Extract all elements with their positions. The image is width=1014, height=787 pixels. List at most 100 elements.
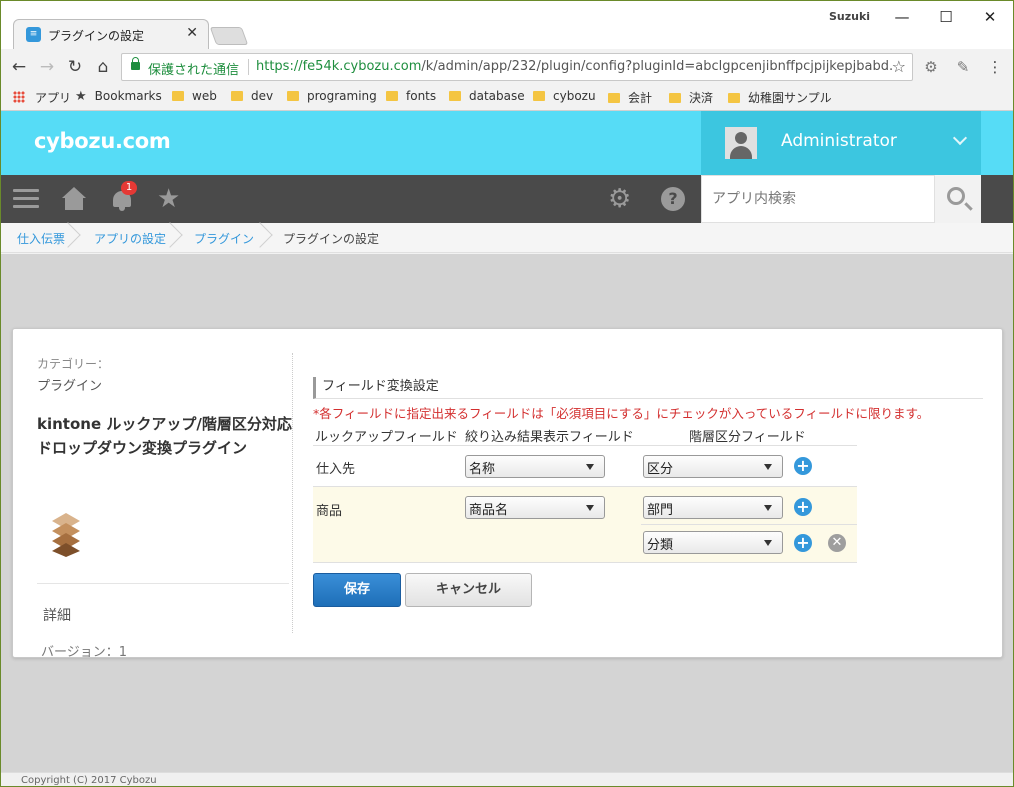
hierarchy-field-select[interactable]: 区分	[643, 455, 783, 478]
hierarchy-field-select[interactable]: 部門	[643, 496, 783, 519]
address-divider	[248, 59, 249, 75]
hierarchy-field-select[interactable]: 分類	[643, 531, 783, 554]
version-label: バージョン：1	[41, 645, 128, 660]
field-table-header: ルックアップフィールド 絞り込み結果表示フィールド 階層区分フィールド	[313, 424, 857, 446]
gear-icon[interactable]: ⚙	[608, 185, 631, 213]
category-value: プラグイン	[37, 379, 103, 394]
add-hierarchy-icon[interactable]: +	[794, 534, 812, 552]
hamburger-menu-icon[interactable]	[13, 189, 39, 209]
bookmark-bookmarks[interactable]: ★ Bookmarks	[75, 89, 162, 104]
minimize-icon[interactable]: —	[879, 5, 925, 31]
folder-icon	[231, 91, 243, 101]
search-input[interactable]	[702, 176, 922, 222]
address-bar[interactable]: 保護された通信 https://fe54k.cybozu.com/k/admin…	[121, 53, 913, 81]
folder-icon	[386, 91, 398, 101]
apps-grid-icon	[13, 91, 25, 103]
copyright-text: Copyright (C) 2017 Cybozu	[21, 775, 157, 786]
bookmark-label: 幼稚園サンプル	[748, 91, 832, 105]
home-page-icon[interactable]: ⌂	[91, 55, 115, 79]
favorites-star-icon[interactable]: ★	[157, 185, 180, 213]
select-value: 名称	[469, 462, 496, 477]
url-text[interactable]: https://fe54k.cybozu.com/k/admin/app/232…	[256, 59, 892, 74]
bookmark-folder-dev[interactable]: dev	[231, 89, 273, 103]
column-hierarchy: 階層区分フィールド	[689, 430, 806, 445]
dropdown-arrow-icon	[764, 540, 772, 546]
cancel-button[interactable]: キャンセル	[405, 573, 532, 607]
folder-icon	[669, 93, 681, 103]
search-icon	[947, 187, 965, 205]
cybozu-logo[interactable]: cybozu.com	[34, 129, 171, 153]
bookmark-label: database	[469, 89, 525, 103]
user-name: Administrator	[781, 131, 897, 151]
save-button[interactable]: 保存	[313, 573, 401, 607]
maximize-icon[interactable]: ☐	[923, 5, 969, 31]
remove-hierarchy-icon[interactable]: ✕	[828, 534, 846, 552]
home-icon[interactable]	[61, 187, 87, 211]
display-field-select[interactable]: 商品名	[465, 496, 605, 519]
config-form: フィールド変換設定 *各フィールドに指定出来るフィールドは「必須項目にする」にチ…	[313, 377, 983, 609]
browser-menu-icon[interactable]: ⋮	[985, 57, 1005, 77]
extension-gear-icon[interactable]: ⚙	[921, 57, 941, 77]
bookmark-folder-accounting[interactable]: 会計	[608, 89, 652, 106]
back-arrow-icon[interactable]: ←	[7, 55, 31, 79]
bookmark-folder-programing[interactable]: programing	[287, 89, 377, 103]
browser-profile-name[interactable]: Suzuki	[829, 10, 870, 23]
tab-close-icon[interactable]: ✕	[186, 25, 198, 41]
browser-tab[interactable]: ≡ プラグインの設定 ✕	[13, 19, 209, 49]
add-hierarchy-icon[interactable]: +	[794, 457, 812, 475]
lookup-field-label: 仕入先	[316, 462, 356, 477]
required-notice: *各フィールドに指定出来るフィールドは「必須項目にする」にチェックが入っているフ…	[313, 406, 930, 421]
forward-arrow-icon[interactable]: →	[35, 55, 59, 79]
bookmark-star-icon[interactable]: ☆	[892, 57, 906, 76]
card-divider	[292, 353, 293, 633]
add-hierarchy-icon[interactable]: +	[794, 498, 812, 516]
bookmark-folder-kindergarten[interactable]: 幼稚園サンプル	[728, 89, 832, 106]
section-title: フィールド変換設定	[313, 377, 983, 399]
help-icon[interactable]: ?	[661, 187, 685, 211]
column-display: 絞り込み結果表示フィールド	[465, 430, 634, 445]
folder-icon	[449, 91, 461, 101]
reload-icon[interactable]: ↻	[63, 55, 87, 79]
browser-window: ≡ プラグインの設定 ✕ Suzuki — ☐ ✕ ← → ↻ ⌂ 保護された通…	[0, 0, 1014, 787]
lookup-field-label: 商品	[316, 504, 343, 519]
new-tab-button[interactable]	[209, 27, 249, 45]
tab-title: プラグインの設定	[48, 29, 145, 43]
user-menu[interactable]: Administrator	[701, 111, 981, 175]
bookmark-folder-cybozu[interactable]: cybozu	[533, 89, 596, 103]
breadcrumb-app-settings[interactable]: アプリの設定	[94, 230, 166, 247]
bookmark-apps[interactable]: アプリ	[13, 89, 71, 106]
plugin-settings-card: カテゴリー： プラグイン kintone ルックアップ/階層区分対応ドロップダウ…	[12, 328, 1003, 660]
sidebar-divider	[37, 583, 289, 584]
folder-icon	[287, 91, 299, 101]
dropdown-arrow-icon	[764, 464, 772, 470]
close-window-icon[interactable]: ✕	[967, 5, 1013, 31]
bookmark-label: programing	[307, 89, 377, 103]
bookmark-label: Bookmarks	[94, 89, 162, 103]
breadcrumb-plugins[interactable]: プラグイン	[194, 230, 254, 247]
form-actions: 保存 キャンセル	[313, 573, 983, 609]
search-button[interactable]	[935, 175, 981, 223]
table-row: 商品 商品名 部門 + 分類 + ✕	[313, 487, 857, 563]
bookmark-folder-database[interactable]: database	[449, 89, 525, 103]
star-icon: ★	[75, 89, 87, 104]
detail-link[interactable]: 詳細	[43, 605, 71, 625]
security-label: 保護された通信	[148, 63, 240, 78]
display-field-select[interactable]: 名称	[465, 455, 605, 478]
extension-icon[interactable]: ✎	[953, 57, 973, 77]
page-footer: Copyright (C) 2017 Cybozu	[1, 772, 1013, 786]
bookmark-folder-payment[interactable]: 決済	[669, 89, 713, 106]
dropdown-arrow-icon	[586, 505, 594, 511]
bookmark-label: web	[192, 89, 217, 103]
bookmark-folder-fonts[interactable]: fonts	[386, 89, 436, 103]
browser-titlebar: ≡ プラグインの設定 ✕ Suzuki — ☐ ✕	[1, 1, 1013, 49]
folder-icon	[533, 91, 545, 101]
folder-icon	[608, 93, 620, 103]
row-divider	[641, 524, 857, 525]
plugin-icon	[52, 513, 80, 557]
column-lookup: ルックアップフィールド	[315, 430, 458, 445]
chevron-down-icon	[952, 130, 968, 146]
bookmark-folder-web[interactable]: web	[172, 89, 217, 103]
plugin-name: kintone ルックアップ/階層区分対応ドロップダウン変換プラグイン	[37, 415, 292, 457]
plugin-info-sidebar: カテゴリー： プラグイン kintone ルックアップ/階層区分対応ドロップダウ…	[37, 355, 292, 660]
avatar	[725, 127, 757, 159]
